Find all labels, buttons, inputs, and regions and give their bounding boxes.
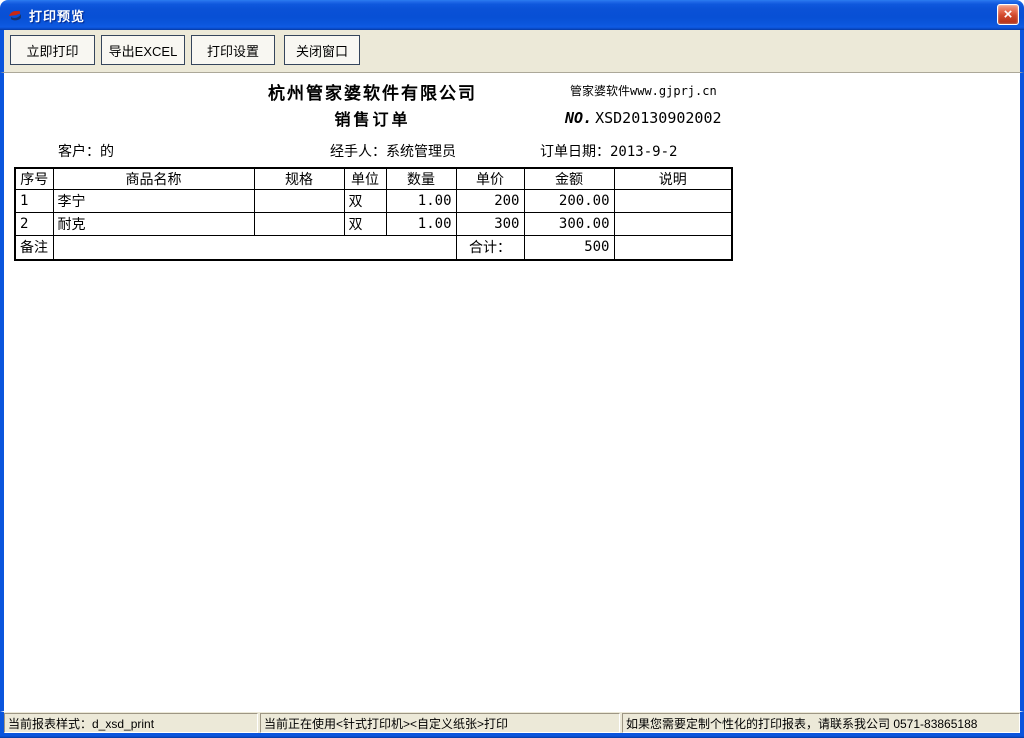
header-product-name: 商品名称 [53,168,254,190]
status-report-style: 当前报表样式：d_xsd_print [4,713,258,733]
title-bar: 打印预览 × [0,0,1024,30]
header-note: 说明 [614,168,732,190]
close-button[interactable]: × [997,4,1019,25]
cell-note [614,213,732,236]
cell-amount: 300.00 [524,213,614,236]
cell-spec [254,190,344,213]
customer-line: 客户：的 [58,141,114,161]
table-row: 2 耐克 双 1.00 300 300.00 [15,213,732,236]
footer-note-cell [614,236,732,260]
print-preview-window: 打印预览 × 立即打印 导出EXCEL 打印设置 关闭窗口 杭州管家婆软件有限公… [0,0,1024,738]
window-bottom-border [0,733,1024,738]
cell-unit: 双 [344,213,386,236]
table-footer-row: 备注 合计： 500 [15,236,732,260]
header-unit-price: 单价 [456,168,524,190]
cell-product-name: 耐克 [53,213,254,236]
print-preview-page: 杭州管家婆软件有限公司 管家婆软件www.gjprj.cn 销售订单 NO.XS… [0,73,1024,711]
status-contact-info: 如果您需要定制个性化的打印报表，请联系我公司 0571-83865188 [622,713,1020,733]
table-header-row: 序号 商品名称 规格 单位 数量 单价 金额 说明 [15,168,732,190]
cell-index: 2 [15,213,53,236]
cell-spec [254,213,344,236]
header-quantity: 数量 [386,168,456,190]
close-window-button[interactable]: 关闭窗口 [284,35,360,65]
customer-value: 的 [100,144,114,160]
vendor-website-text: 管家婆软件www.gjprj.cn [570,82,717,99]
cell-unit-price: 300 [456,213,524,236]
customer-label: 客户： [58,144,100,160]
cell-index: 1 [15,190,53,213]
status-printer-info: 当前正在使用<针式打印机><自定义纸张>打印 [260,713,620,733]
remark-value-cell [53,236,456,260]
app-icon[interactable] [6,6,24,24]
table-row: 1 李宁 双 1.00 200 200.00 [15,190,732,213]
cell-product-name: 李宁 [53,190,254,213]
handler-label: 经手人： [330,144,386,160]
cell-quantity: 1.00 [386,213,456,236]
cell-note [614,190,732,213]
handler-value: 系统管理员 [386,144,456,160]
total-label: 合计： [456,236,524,260]
cell-unit-price: 200 [456,190,524,213]
print-now-button[interactable]: 立即打印 [10,35,95,65]
toolbar: 立即打印 导出EXCEL 打印设置 关闭窗口 [0,30,1024,73]
handler-line: 经手人：系统管理员 [330,141,456,161]
header-index: 序号 [15,168,53,190]
window-title: 打印预览 [29,6,85,25]
order-date-label: 订单日期： [540,144,610,160]
print-settings-button[interactable]: 打印设置 [191,35,275,65]
header-unit: 单位 [344,168,386,190]
status-bar: 当前报表样式：d_xsd_print 当前正在使用<针式打印机><自定义纸张>打… [0,711,1024,733]
total-value: 500 [524,236,614,260]
order-date-line: 订单日期：2013-9-2 [540,141,677,161]
remark-label: 备注 [15,236,53,260]
order-number-line: NO.XSD20130902002 [565,109,722,127]
order-date-value: 2013-9-2 [610,144,677,160]
header-spec: 规格 [254,168,344,190]
cell-amount: 200.00 [524,190,614,213]
cell-quantity: 1.00 [386,190,456,213]
order-number-label: NO. [565,109,592,127]
order-number-value: XSD20130902002 [595,109,721,127]
order-items-table: 序号 商品名称 规格 单位 数量 单价 金额 说明 1 李宁 双 1.00 20… [14,167,733,261]
header-amount: 金额 [524,168,614,190]
export-excel-button[interactable]: 导出EXCEL [101,35,185,65]
close-icon: × [1004,7,1013,22]
cell-unit: 双 [344,190,386,213]
